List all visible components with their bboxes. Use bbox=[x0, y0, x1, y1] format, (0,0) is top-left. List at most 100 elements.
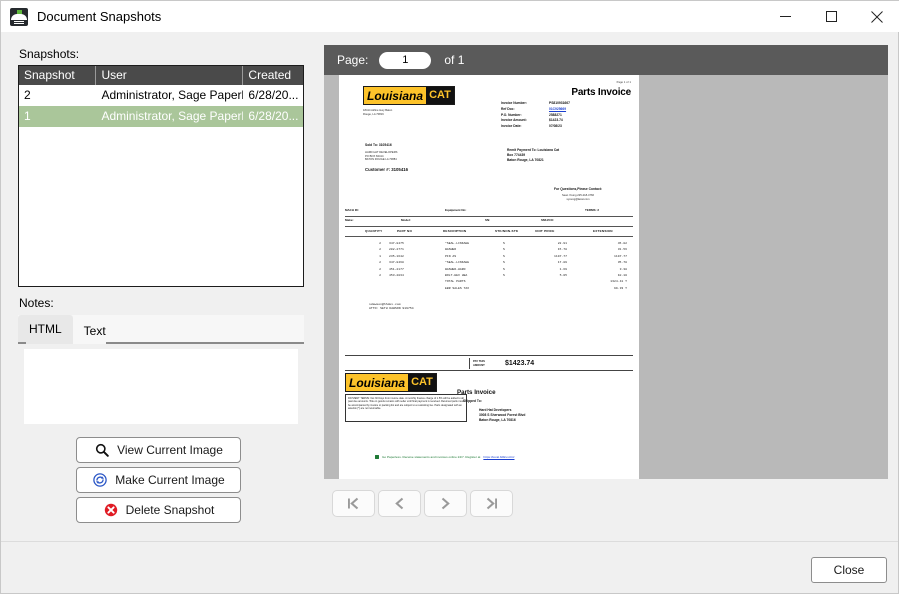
window-title: Document Snapshots bbox=[37, 9, 162, 24]
footer-divider bbox=[1, 541, 898, 542]
go-paperless-text: Go Paperless. Receive statements and inv… bbox=[382, 455, 481, 459]
snapshots-label: Snapshots: bbox=[19, 47, 80, 61]
total-label: EBR SALES TAX bbox=[445, 285, 470, 290]
cell-quantity: 2 bbox=[379, 241, 381, 245]
document-snapshots-window: Document Snapshots Snapshots: Snapshot U… bbox=[0, 0, 899, 594]
customer-number: Customer #: 3105416 bbox=[365, 167, 408, 172]
delete-circle-icon bbox=[103, 502, 119, 518]
page-navigation-bar: Page: 1 of 1 bbox=[324, 45, 888, 75]
cell-quantity: 2 bbox=[379, 260, 381, 265]
column-header-quantity: QUANTITY bbox=[365, 229, 383, 233]
invoice-field-row: Invoice Date: 07/08/23 bbox=[501, 124, 633, 130]
close-button[interactable] bbox=[854, 1, 899, 32]
band-cell: TERMS: 2 bbox=[585, 208, 600, 212]
total-row: EBR SALES TAX 99.33 T bbox=[345, 286, 633, 292]
shipped-to-address: Hard Hat Developers 3008 S Sherwood Fore… bbox=[479, 408, 526, 423]
cell-quantity: 1 bbox=[379, 253, 381, 258]
view-current-image-button[interactable]: View Current Image bbox=[76, 437, 241, 463]
last-page-icon bbox=[486, 497, 497, 510]
invoice-document[interactable]: Page 1 of 1 Louisiana CAT 18414 Airline … bbox=[339, 75, 639, 479]
column-header-user[interactable]: User bbox=[96, 66, 244, 85]
invoice-title: Parts Invoice bbox=[571, 87, 631, 98]
previous-page-icon bbox=[395, 497, 404, 510]
tab-html[interactable]: HTML bbox=[18, 315, 73, 344]
cell-description: *SEAL-LINKAGE bbox=[445, 260, 470, 265]
pay-this-amount-box: PAY THIS AMOUNT $1423.74 bbox=[345, 355, 633, 371]
pay-this-amount-label: PAY THIS AMOUNT bbox=[473, 360, 485, 367]
column-header-description: DESCRIPTION bbox=[443, 229, 467, 233]
stub-title: Parts Invoice bbox=[457, 389, 496, 396]
cell-description: PIN AS bbox=[445, 253, 457, 258]
band-cell: Equipment No: bbox=[445, 208, 467, 212]
cell-unit-price: 1.69 bbox=[559, 266, 567, 271]
cell-description: WASHER-HARD bbox=[445, 266, 466, 271]
cell-unit-price: 22.91 bbox=[557, 241, 567, 245]
contact-detail: Sean Young 225-218-4766 syoung@lacat.com bbox=[562, 194, 594, 201]
page-number-input[interactable]: 1 bbox=[379, 51, 432, 69]
cell-description: WASHER bbox=[445, 247, 457, 252]
logo-mark: CAT bbox=[411, 376, 433, 388]
notes-editor[interactable] bbox=[24, 349, 298, 424]
table-row[interactable]: 1 Administrator, Sage Paperless 6/28/20.… bbox=[19, 106, 303, 127]
cell-user: Administrator, Sage Paperless bbox=[101, 88, 243, 102]
go-paperless-link[interactable]: https://local.billtrust.biz bbox=[483, 455, 514, 459]
go-paperless-footer: Go Paperless. Receive statements and inv… bbox=[375, 455, 515, 459]
contact-heading: For Questions,Please Contact: bbox=[554, 187, 602, 191]
close-dialog-button[interactable]: Close bbox=[811, 557, 887, 583]
machine-band-row: MACH ID: Equipment No: TERMS: 2 bbox=[345, 207, 633, 217]
maximize-button[interactable] bbox=[808, 1, 854, 32]
cell-part-no: 202-2771 bbox=[389, 247, 404, 252]
minimize-icon bbox=[779, 16, 791, 17]
cell-unit-price: 5.05 bbox=[559, 272, 567, 277]
cell-extension: 1197.77 bbox=[614, 253, 627, 258]
page-count-label: of 1 bbox=[444, 53, 465, 67]
cell-extension: 35.78 bbox=[617, 260, 627, 265]
column-header-created[interactable]: Created bbox=[243, 66, 303, 85]
cell-quantity: 2 bbox=[379, 272, 381, 277]
cell-description: BOLT-HEX HEA bbox=[445, 272, 468, 277]
make-current-image-button[interactable]: Make Current Image bbox=[76, 467, 241, 493]
cell-part-no: 451-2177 bbox=[389, 266, 404, 271]
column-header-part-no: PART NO bbox=[397, 229, 413, 233]
pay-this-amount-value: $1423.74 bbox=[505, 360, 535, 367]
minimize-button[interactable] bbox=[762, 1, 808, 32]
invoice-fields: Invoice Number: PS810931667 Ref Doc: 01C92… bbox=[501, 101, 633, 130]
cell-unit-price: 1197.77 bbox=[554, 253, 567, 258]
line-items-header: QUANTITY PART NO DESCRIPTION STK/NON-STK… bbox=[345, 227, 633, 237]
machine-band-row: Make: Model: SN: SMU/CO: bbox=[345, 217, 633, 227]
louisiana-cat-logo-stub: Louisiana CAT bbox=[345, 373, 437, 392]
band-cell: MACH ID: bbox=[345, 208, 359, 212]
cell-quantity: 2 bbox=[379, 266, 381, 271]
band-cell: Make: bbox=[345, 218, 354, 222]
sage-paperless-icon bbox=[10, 7, 28, 26]
first-page-button[interactable] bbox=[332, 490, 375, 517]
shipped-to-label: Shipped To: bbox=[463, 399, 482, 403]
last-page-button[interactable] bbox=[470, 490, 513, 517]
next-page-icon bbox=[441, 497, 450, 510]
contact-block: For Questions,Please Contact: Sean Young… bbox=[523, 187, 633, 201]
logo-word: Louisiana bbox=[366, 88, 423, 103]
total-label: TOTAL PARTS bbox=[445, 279, 466, 284]
band-cell: SN: bbox=[485, 218, 491, 222]
previous-page-button[interactable] bbox=[378, 490, 421, 517]
magnifier-icon bbox=[94, 442, 110, 458]
cell-extension: 31.56 bbox=[617, 247, 627, 252]
maximize-icon bbox=[825, 11, 837, 22]
cell-part-no: 235-1642 bbox=[389, 253, 404, 258]
cell-stk: S bbox=[503, 253, 505, 258]
notes-tab-strip: HTML Text bbox=[18, 315, 304, 344]
column-header-snapshot[interactable]: Snapshot bbox=[19, 66, 97, 85]
tab-text[interactable]: Text bbox=[73, 319, 117, 344]
sold-to-label: Sold To: 3105416 bbox=[365, 143, 392, 147]
close-icon bbox=[871, 10, 883, 23]
cell-extension: 45.82 bbox=[617, 241, 627, 245]
field-value: 07/08/23 bbox=[549, 124, 562, 129]
cell-stk: S bbox=[503, 241, 505, 245]
delete-snapshot-button[interactable]: Delete Snapshot bbox=[76, 497, 241, 523]
next-page-button[interactable] bbox=[424, 490, 467, 517]
cell-part-no: 347-8475 bbox=[389, 241, 404, 245]
make-current-image-label: Make Current Image bbox=[115, 473, 225, 487]
table-row[interactable]: 2 Administrator, Sage Paperless 6/28/20.… bbox=[19, 85, 303, 106]
snapshots-list[interactable]: Snapshot User Created 2 Administrator, S… bbox=[18, 65, 304, 287]
remit-label: Remit Payment To: Louisiana Cat bbox=[507, 148, 560, 152]
